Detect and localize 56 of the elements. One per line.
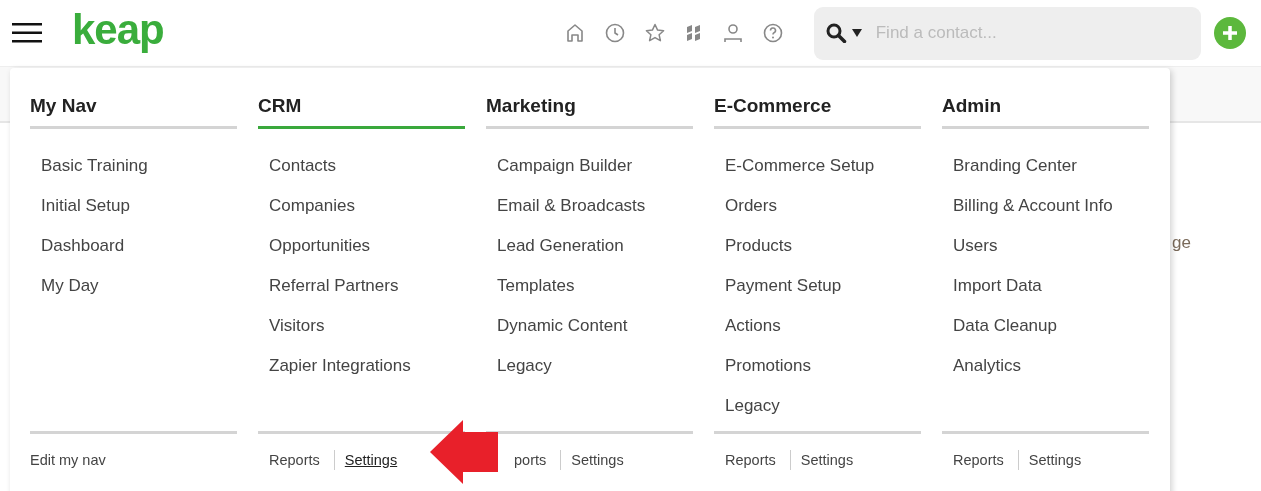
menu-icon[interactable] xyxy=(12,23,42,43)
star-icon[interactable] xyxy=(644,23,665,43)
menu-item[interactable]: Data Cleanup xyxy=(953,306,1149,346)
menu-item[interactable]: Zapier Integrations xyxy=(269,346,465,386)
menu-item[interactable]: Analytics xyxy=(953,346,1149,386)
user-icon[interactable] xyxy=(722,23,743,43)
footer-link[interactable]: Edit my nav xyxy=(30,451,106,468)
menu-heading[interactable]: CRM xyxy=(258,86,465,129)
search-icon xyxy=(825,23,848,43)
pointer-arrow xyxy=(430,420,500,484)
menu-heading[interactable]: Marketing xyxy=(486,86,693,129)
caret-icon[interactable] xyxy=(851,29,862,37)
menu-item[interactable]: Referral Partners xyxy=(269,266,465,306)
menu-item[interactable]: Billing & Account Info xyxy=(953,186,1149,226)
help-icon[interactable] xyxy=(762,23,783,43)
menu-item[interactable]: Users xyxy=(953,226,1149,266)
menu-item[interactable]: Visitors xyxy=(269,306,465,346)
menu-heading[interactable]: Admin xyxy=(942,86,1149,129)
menu-item[interactable]: Email & Broadcasts xyxy=(497,186,693,226)
menu-heading[interactable]: E-Commerce xyxy=(714,86,921,129)
menu-item[interactable]: My Day xyxy=(41,266,237,306)
menu-item[interactable]: Dashboard xyxy=(41,226,237,266)
footer-link[interactable]: Reports xyxy=(725,451,776,468)
menu-item[interactable]: Payment Setup xyxy=(725,266,921,306)
menu-item[interactable]: Dynamic Content xyxy=(497,306,693,346)
menu-item[interactable]: Lead Generation xyxy=(497,226,693,266)
footer-link[interactable]: Settings xyxy=(1028,451,1082,468)
plus-icon xyxy=(1220,24,1239,42)
menu-item[interactable]: Branding Center xyxy=(953,146,1149,186)
menu-item[interactable]: Orders xyxy=(725,186,921,226)
menu-item[interactable]: Initial Setup xyxy=(41,186,237,226)
menu-item[interactable]: Products xyxy=(725,226,921,266)
stripes-icon[interactable] xyxy=(684,23,703,43)
clock-icon[interactable] xyxy=(604,23,625,43)
menu-item[interactable]: Companies xyxy=(269,186,465,226)
footer-link[interactable]: Settings xyxy=(344,451,398,468)
footer-link[interactable]: Reports xyxy=(269,451,320,468)
menu-heading[interactable]: My Nav xyxy=(30,86,237,129)
home-icon[interactable] xyxy=(564,23,585,43)
menu-item[interactable]: Promotions xyxy=(725,346,921,386)
footer-link[interactable]: Settings xyxy=(571,451,624,468)
menu-item[interactable]: Import Data xyxy=(953,266,1149,306)
footer-link[interactable]: ports xyxy=(514,451,547,468)
footer-link[interactable]: Settings xyxy=(800,451,854,468)
page-text: ge xyxy=(1172,233,1191,252)
menu-item[interactable]: Legacy xyxy=(725,386,921,426)
menu-item[interactable]: Basic Training xyxy=(41,146,237,186)
footer-link[interactable]: Reports xyxy=(953,451,1004,468)
menu-item[interactable]: Actions xyxy=(725,306,921,346)
menu-item[interactable]: E-Commerce Setup xyxy=(725,146,921,186)
add-button[interactable] xyxy=(1213,17,1246,49)
menu-item[interactable]: Opportunities xyxy=(269,226,465,266)
menu-item[interactable]: Legacy xyxy=(497,346,693,386)
menu-item[interactable]: Contacts xyxy=(269,146,465,186)
menu-item[interactable]: Campaign Builder xyxy=(497,146,693,186)
menu-item[interactable]: Templates xyxy=(497,266,693,306)
